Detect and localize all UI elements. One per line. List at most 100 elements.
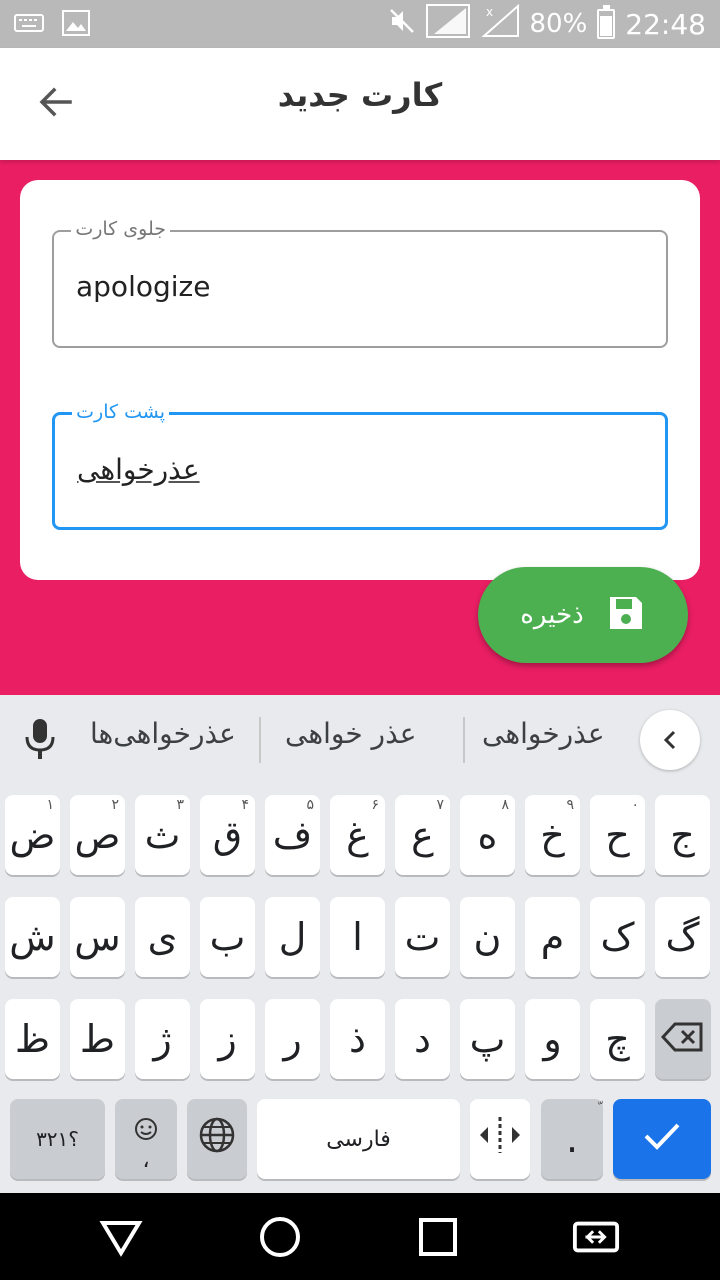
key-row2-2[interactable]: م bbox=[525, 897, 580, 977]
key-hint: ۸ bbox=[501, 797, 509, 813]
suggestion-divider bbox=[259, 717, 261, 763]
key-label: ص bbox=[74, 813, 121, 857]
key-row3-6[interactable]: ز bbox=[200, 999, 255, 1079]
key-label: ق bbox=[212, 813, 243, 857]
key-label: ه bbox=[477, 813, 498, 857]
key-row1-4[interactable]: ۷ع bbox=[395, 795, 450, 875]
key-row3-3[interactable]: د bbox=[395, 999, 450, 1079]
key-row3-4[interactable]: ذ bbox=[330, 999, 385, 1079]
period-key[interactable]: ّ . bbox=[541, 1099, 603, 1179]
key-row2-4[interactable]: ت bbox=[395, 897, 450, 977]
language-key[interactable] bbox=[187, 1099, 247, 1179]
card-form: جلوی کارت apologize پشت کارت عذرخواهی bbox=[20, 180, 700, 580]
battery-icon bbox=[597, 5, 616, 39]
period-label: . bbox=[565, 1117, 579, 1161]
mute-icon bbox=[388, 7, 416, 42]
key-row2-8[interactable]: ی bbox=[135, 897, 190, 977]
suggestion-2[interactable]: عذر خواهی bbox=[285, 717, 416, 750]
smiley-icon bbox=[134, 1106, 158, 1150]
key-row1-6[interactable]: ۵ف bbox=[265, 795, 320, 875]
key-hint: ۷ bbox=[436, 797, 444, 813]
suggestion-1[interactable]: عذرخواهی bbox=[482, 717, 605, 750]
key-label: غ bbox=[346, 813, 369, 857]
suggestion-3[interactable]: عذرخواهی‌ها bbox=[90, 717, 236, 750]
status-bar: x 80% 22:48 bbox=[0, 0, 720, 48]
key-row2-7[interactable]: ب bbox=[200, 897, 255, 977]
cursor-key[interactable] bbox=[470, 1099, 530, 1179]
symbols-key[interactable]: ؟۳۲۱ bbox=[10, 1099, 105, 1179]
key-row1-5[interactable]: ۶غ bbox=[330, 795, 385, 875]
front-field[interactable]: جلوی کارت apologize bbox=[52, 218, 668, 348]
key-row2-5[interactable]: ا bbox=[330, 897, 385, 977]
soft-keyboard: عذرخواهی‌ها عذر خواهی عذرخواهی ج۰ح۹خ۸ه۷ع… bbox=[0, 695, 720, 1193]
key-row3-2[interactable]: پ bbox=[460, 999, 515, 1079]
key-hint: ۹ bbox=[566, 797, 574, 813]
key-row2-0[interactable]: گ bbox=[655, 897, 710, 977]
suggestion-bar: عذرخواهی‌ها عذر خواهی عذرخواهی bbox=[0, 695, 720, 785]
clock: 22:48 bbox=[625, 7, 706, 41]
backspace-icon bbox=[660, 1017, 705, 1061]
front-field-value[interactable]: apologize bbox=[76, 270, 210, 303]
save-icon bbox=[606, 593, 646, 637]
key-hint: ۳ bbox=[176, 797, 184, 813]
backspace-key[interactable] bbox=[655, 999, 711, 1079]
key-label: ج bbox=[670, 813, 695, 857]
suggestion-divider bbox=[463, 717, 465, 763]
recents-square-icon[interactable] bbox=[414, 1213, 462, 1261]
battery-percent: 80% bbox=[529, 9, 588, 39]
check-icon bbox=[642, 1117, 682, 1161]
key-label: ث bbox=[144, 813, 181, 857]
comma-label: ، bbox=[142, 1148, 150, 1173]
key-label: ض bbox=[9, 813, 56, 857]
rotate-screen-icon[interactable] bbox=[572, 1213, 620, 1261]
key-row2-1[interactable]: ک bbox=[590, 897, 645, 977]
key-row1-7[interactable]: ۴ق bbox=[200, 795, 255, 875]
key-row3-7[interactable]: ژ bbox=[135, 999, 190, 1079]
key-label: ف bbox=[272, 813, 313, 857]
keyboard-icon bbox=[14, 12, 44, 38]
signal-no-service-icon: x bbox=[480, 3, 520, 45]
key-row1-10[interactable]: ۱ض bbox=[5, 795, 60, 875]
key-row3-1[interactable]: و bbox=[525, 999, 580, 1079]
home-circle-icon[interactable] bbox=[256, 1213, 304, 1261]
key-row1-3[interactable]: ۸ه bbox=[460, 795, 515, 875]
key-row2-3[interactable]: ن bbox=[460, 897, 515, 977]
space-key[interactable]: فارسی bbox=[257, 1099, 460, 1179]
emoji-comma-key[interactable]: ، bbox=[115, 1099, 177, 1179]
key-row3-5[interactable]: ر bbox=[265, 999, 320, 1079]
key-row1-2[interactable]: ۹خ bbox=[525, 795, 580, 875]
back-field[interactable]: پشت کارت عذرخواهی bbox=[52, 401, 668, 530]
key-row1-1[interactable]: ۰ح bbox=[590, 795, 645, 875]
key-row1-9[interactable]: ۲ص bbox=[70, 795, 125, 875]
globe-icon bbox=[198, 1116, 236, 1163]
signal-sim1-icon bbox=[425, 3, 470, 45]
back-field-label: پشت کارت bbox=[72, 401, 169, 423]
key-hint: ۱ bbox=[46, 797, 54, 813]
key-row2-10[interactable]: ش bbox=[5, 897, 60, 977]
key-row1-8[interactable]: ۳ث bbox=[135, 795, 190, 875]
key-row2-9[interactable]: س bbox=[70, 897, 125, 977]
save-button[interactable]: ذخیره bbox=[478, 567, 688, 663]
key-label: خ bbox=[540, 813, 565, 857]
key-hint: ۰ bbox=[631, 797, 639, 813]
key-row3-9[interactable]: ظ bbox=[5, 999, 60, 1079]
key-hint: ۲ bbox=[111, 797, 119, 813]
key-hint: ۵ bbox=[306, 797, 314, 813]
key-hint: ۴ bbox=[241, 797, 249, 813]
microphone-icon[interactable] bbox=[22, 717, 58, 761]
image-icon bbox=[62, 10, 90, 40]
back-triangle-icon[interactable] bbox=[97, 1213, 145, 1261]
key-row2-6[interactable]: ل bbox=[265, 897, 320, 977]
navigation-bar bbox=[0, 1193, 720, 1280]
save-button-label: ذخیره bbox=[520, 600, 584, 630]
app-bar: کارت جدید bbox=[0, 48, 720, 160]
key-row1-0[interactable]: ج bbox=[655, 795, 710, 875]
svg-text:x: x bbox=[486, 5, 493, 19]
front-field-label: جلوی کارت bbox=[71, 218, 170, 240]
done-key[interactable] bbox=[613, 1099, 711, 1179]
chevron-left-icon[interactable] bbox=[640, 710, 700, 770]
key-label: ح bbox=[605, 813, 630, 857]
key-row3-8[interactable]: ط bbox=[70, 999, 125, 1079]
back-field-value[interactable]: عذرخواهی bbox=[77, 453, 200, 486]
key-row3-0[interactable]: چ bbox=[590, 999, 645, 1079]
